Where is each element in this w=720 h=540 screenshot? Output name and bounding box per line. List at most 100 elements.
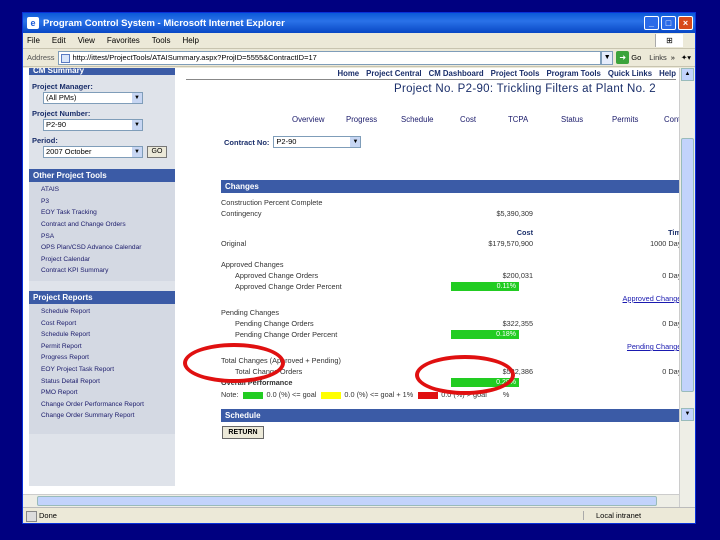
- report-link[interactable]: Progress Report: [29, 352, 175, 364]
- toolbar-extra-icon[interactable]: ✦▾: [681, 53, 691, 62]
- pending-changes-row: Pending Changes: [221, 308, 693, 319]
- approved-changes-row: Approved Changes: [221, 260, 693, 271]
- legend-green-swatch: [243, 391, 264, 399]
- menu-tools[interactable]: Tools: [152, 36, 171, 45]
- other-tools-list: ATAIS P3 EOY Task Tracking Contract and …: [29, 182, 175, 281]
- pending-pct-label: Pending Change Order Percent: [235, 330, 338, 339]
- project-number-select[interactable]: P2-90 ▼: [43, 119, 143, 131]
- menu-view[interactable]: View: [78, 36, 95, 45]
- report-link[interactable]: EOY Project Task Report: [29, 364, 175, 376]
- tab-permits[interactable]: Permits: [612, 115, 638, 124]
- tab-tcpa[interactable]: TCPA: [508, 115, 528, 124]
- nav-home[interactable]: Home: [337, 69, 359, 79]
- tool-link[interactable]: EOY Task Tracking: [29, 207, 175, 219]
- browser-window: e Program Control System - Microsoft Int…: [22, 12, 696, 524]
- tool-link[interactable]: OPS Plan/CSD Advance Calendar: [29, 242, 175, 254]
- project-manager-label: Project Manager:: [32, 82, 93, 91]
- maximize-button[interactable]: □: [661, 16, 676, 30]
- nav-project-central[interactable]: Project Central: [366, 69, 421, 79]
- approved-changes-link[interactable]: Approved Changes: [623, 294, 685, 303]
- nav-quick-links[interactable]: Quick Links: [608, 69, 652, 79]
- minimize-button[interactable]: _: [644, 16, 659, 30]
- cm-summary-header[interactable]: CM Summary: [29, 68, 175, 75]
- pending-changes-link[interactable]: Pending Changes: [627, 342, 685, 351]
- menu-help[interactable]: Help: [182, 36, 198, 45]
- report-link[interactable]: Change Order Performance Report: [29, 399, 175, 411]
- contingency-label: Contingency: [221, 209, 262, 218]
- contract-select[interactable]: P2-90 ▼: [273, 136, 362, 148]
- nav-project-tools[interactable]: Project Tools: [491, 69, 540, 79]
- period-select[interactable]: 2007 October ▼: [43, 146, 143, 158]
- go-label: Go: [631, 53, 642, 62]
- approved-link-row: Approved Changes: [221, 294, 693, 305]
- menu-file[interactable]: File: [27, 36, 40, 45]
- project-manager-select[interactable]: (All PMs) ▼: [43, 92, 143, 104]
- legend-green-text: 0.0 (%) <= goal: [266, 390, 317, 399]
- tool-link[interactable]: P3: [29, 196, 175, 208]
- period-row: 2007 October ▼ GO: [29, 145, 175, 159]
- scroll-up-icon[interactable]: ▲: [681, 68, 694, 81]
- address-dropdown-button[interactable]: ▼: [601, 50, 614, 65]
- pending-co-label: Pending Change Orders: [235, 319, 314, 328]
- tab-overview[interactable]: Overview: [292, 115, 325, 124]
- other-tools-header: Other Project Tools: [29, 169, 175, 182]
- report-link[interactable]: Change Order Summary Report: [29, 410, 175, 422]
- page-viewport: CM Summary Project Manager: (All PMs) ▼ …: [23, 68, 695, 509]
- tool-link[interactable]: Contract KPI Summary: [29, 265, 175, 277]
- menu-edit[interactable]: Edit: [52, 36, 66, 45]
- menu-favorites[interactable]: Favorites: [107, 36, 140, 45]
- period-go-button[interactable]: GO: [147, 146, 167, 158]
- changes-header: Changes: [221, 180, 693, 193]
- chevron-icon[interactable]: »: [671, 53, 675, 62]
- report-link[interactable]: Status Detail Report: [29, 375, 175, 387]
- contract-value: P2-90: [276, 137, 297, 146]
- report-link[interactable]: Permit Report: [29, 341, 175, 353]
- report-link[interactable]: PMO Report: [29, 387, 175, 399]
- tool-link[interactable]: PSA: [29, 230, 175, 242]
- nav-program-tools[interactable]: Program Tools: [546, 69, 600, 79]
- links-button[interactable]: Links: [649, 53, 667, 62]
- return-button[interactable]: RETURN: [222, 426, 264, 439]
- report-link[interactable]: Cost Report: [29, 317, 175, 329]
- tab-progress[interactable]: Progress: [346, 115, 377, 124]
- page-title: Project No. P2-90: Trickling Filters at …: [393, 83, 656, 95]
- tab-cost[interactable]: Cost: [460, 115, 476, 124]
- scroll-thumb[interactable]: [681, 138, 694, 392]
- address-input[interactable]: http://ittest/ProjectTools/ATAISummary.a…: [57, 50, 602, 65]
- construction-complete-row: Construction Percent Complete: [221, 198, 693, 209]
- construction-complete-label: Construction Percent Complete: [221, 198, 323, 207]
- nav-help[interactable]: Help: [659, 69, 676, 79]
- approved-co-row: Approved Change Orders $200,031 0 Days: [221, 271, 693, 282]
- cost-time-header-row: Cost Time: [221, 228, 693, 239]
- scroll-down-icon[interactable]: ▼: [681, 408, 694, 421]
- horizontal-scrollbar[interactable]: [23, 494, 679, 507]
- close-button[interactable]: ×: [678, 16, 693, 30]
- pending-pct-row: Pending Change Order Percent 0.18%: [221, 330, 693, 341]
- tool-link[interactable]: Contract and Change Orders: [29, 219, 175, 231]
- approved-changes-label: Approved Changes: [221, 260, 284, 269]
- pending-co-cost: $322,355: [502, 319, 533, 328]
- vertical-scrollbar[interactable]: ▲ ▼: [679, 68, 695, 509]
- project-reports-list: Schedule Report Cost Report Schedule Rep…: [29, 303, 175, 434]
- hscroll-thumb[interactable]: [37, 496, 657, 506]
- contingency-value: $5,390,309: [496, 209, 533, 218]
- report-link[interactable]: Schedule Report: [29, 329, 175, 341]
- nav-cm-dashboard[interactable]: CM Dashboard: [429, 69, 484, 79]
- period-value: 2007 October: [46, 147, 92, 156]
- tab-status[interactable]: Status: [561, 115, 583, 124]
- chevron-down-icon: ▼: [350, 137, 361, 147]
- original-cost: $179,570,900: [488, 239, 533, 248]
- project-number-value: P2-90: [46, 120, 67, 129]
- sidebar: CM Summary Project Manager: (All PMs) ▼ …: [29, 68, 175, 486]
- page-icon: [60, 53, 70, 63]
- report-link[interactable]: Schedule Report: [29, 306, 175, 318]
- menu-bar: File Edit View Favorites Tools Help ⊞: [23, 33, 695, 49]
- window-title: Program Control System - Microsoft Inter…: [43, 17, 285, 29]
- status-text: Done: [23, 511, 583, 522]
- tool-link[interactable]: ATAIS: [29, 184, 175, 196]
- tool-link[interactable]: Project Calendar: [29, 254, 175, 266]
- status-bar: Done Local intranet: [23, 507, 695, 523]
- tab-schedule[interactable]: Schedule: [401, 115, 434, 124]
- windows-flag-icon: ⊞: [655, 34, 683, 47]
- go-button[interactable]: ➜ Go: [616, 51, 641, 64]
